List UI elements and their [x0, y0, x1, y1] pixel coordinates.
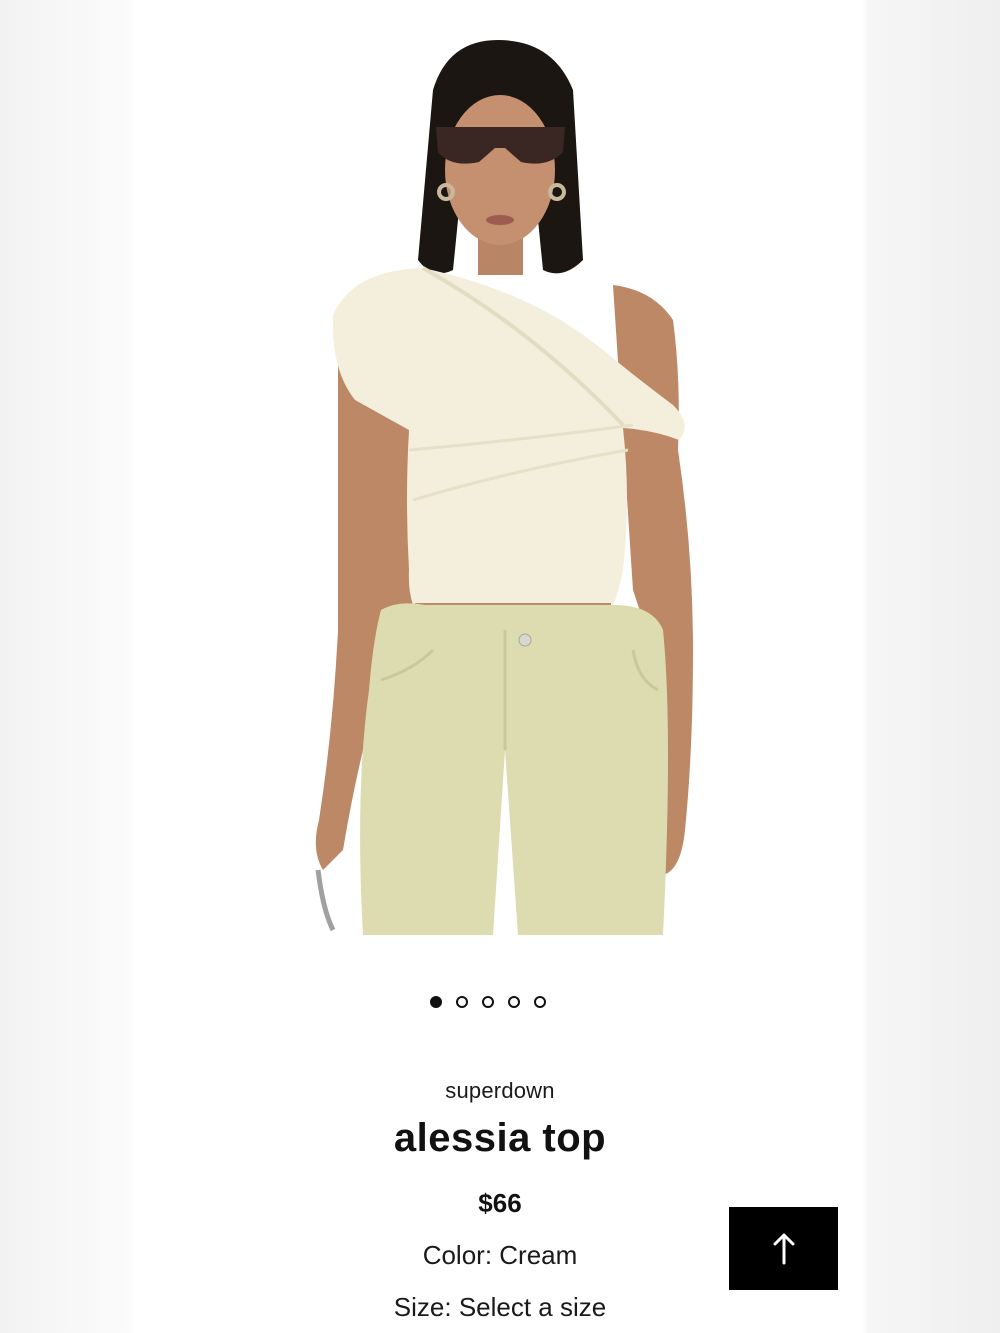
- image-carousel-dots: [430, 993, 570, 1011]
- carousel-dot-2[interactable]: [456, 996, 468, 1008]
- product-color: Color: Cream: [300, 1240, 700, 1271]
- color-value: Cream: [499, 1240, 578, 1270]
- carousel-dot-3[interactable]: [482, 996, 494, 1008]
- product-brand[interactable]: superdown: [300, 1078, 700, 1104]
- product-price: $66: [478, 1188, 522, 1218]
- size-value[interactable]: Select a size: [459, 1292, 606, 1322]
- favorite-button[interactable]: [862, 76, 863, 128]
- product-image[interactable]: [133, 30, 863, 935]
- arrow-up-icon: [773, 1233, 794, 1264]
- product-photo-illustration: [315, 40, 693, 935]
- scroll-to-top-button[interactable]: [729, 1207, 838, 1290]
- carousel-dot-5[interactable]: [534, 996, 546, 1008]
- carousel-dot-1[interactable]: [430, 996, 442, 1008]
- product-size[interactable]: Size: Select a size: [300, 1292, 700, 1323]
- color-label: Color:: [422, 1240, 493, 1270]
- heart-outline-icon: [862, 76, 863, 128]
- product-title: alessia top: [393, 1116, 607, 1160]
- size-label: Size:: [393, 1292, 452, 1322]
- carousel-dot-4[interactable]: [508, 996, 520, 1008]
